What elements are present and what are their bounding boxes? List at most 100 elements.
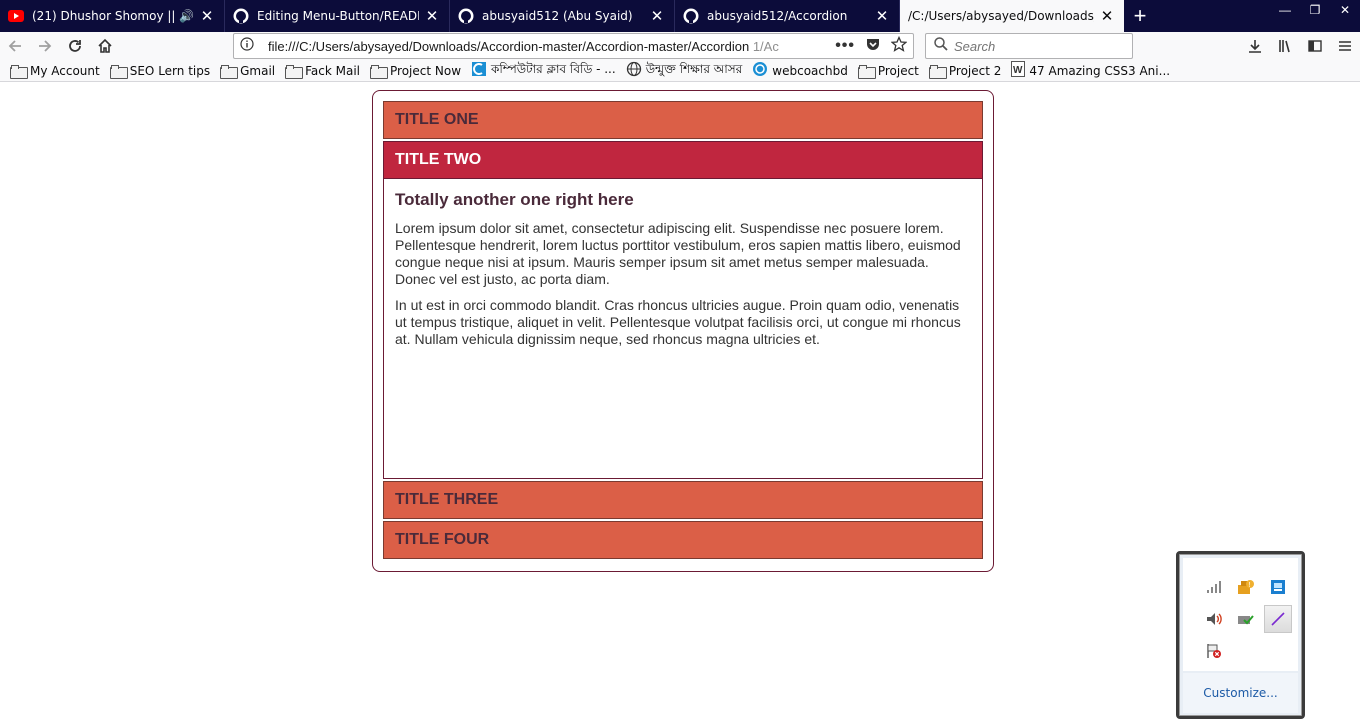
pocket-icon[interactable]	[865, 36, 881, 57]
search-input[interactable]	[954, 38, 1124, 54]
tab-youtube[interactable]: (21) Dhushor Shomoy || Arto 🔊 ✕	[0, 0, 225, 32]
network-signal-icon[interactable]	[1200, 573, 1228, 601]
volume-icon[interactable]	[1200, 605, 1228, 633]
minimize-icon[interactable]: —	[1270, 0, 1300, 20]
customize-link[interactable]: Customize...	[1183, 673, 1298, 713]
folder-icon	[10, 64, 28, 79]
update-alert-icon[interactable]: !	[1232, 573, 1260, 601]
bookmark-fack-mail[interactable]: Fack Mail	[285, 63, 361, 79]
bookmark-label: Project Now	[390, 63, 462, 78]
action-center-flag-icon[interactable]	[1200, 637, 1228, 665]
bookmark-computer-club[interactable]: কম্পিউটার ক্লাব বিডি - ...	[471, 61, 616, 81]
navigation-bar: file:///C:/Users/abysayed/Downloads/Acco…	[0, 32, 1360, 60]
tab-strip: (21) Dhushor Shomoy || Arto 🔊 ✕ Editing …	[0, 0, 1360, 32]
url-overflow: 1/Ac	[749, 38, 779, 54]
search-icon	[934, 36, 948, 56]
system-tray-overflow: ! Customize...	[1176, 551, 1305, 719]
library-icon[interactable]	[1270, 32, 1300, 60]
bookmark-webcoachbd[interactable]: webcoachbd	[752, 61, 848, 80]
tab-github-accordion[interactable]: abusyaid512/Accordion ✕	[675, 0, 900, 32]
bookmark-label: Fack Mail	[305, 63, 361, 78]
tab-title: abusyaid512 (Abu Syaid)	[482, 9, 633, 23]
bookmark-star-icon[interactable]	[890, 35, 908, 57]
bookmark-label: উন্মুক্ত শিক্ষার আসর	[645, 61, 743, 76]
url-value: file:///C:/Users/abysayed/Downloads/Acco…	[268, 38, 750, 54]
bookmarks-toolbar: My Account SEO Lern tips Gmail Fack Mail…	[0, 60, 1360, 82]
search-bar[interactable]	[925, 33, 1133, 59]
forward-button[interactable]	[30, 32, 60, 60]
panel-heading: Totally another one right here	[395, 190, 634, 209]
bookmark-label: webcoachbd	[772, 63, 848, 78]
tab-github-readme[interactable]: Editing Menu-Button/README ✕	[225, 0, 450, 32]
bookmark-my-account[interactable]: My Account	[10, 63, 100, 79]
speaker-icon[interactable]: 🔊	[179, 9, 194, 23]
tray-icons-area: !	[1183, 558, 1298, 671]
folder-icon	[285, 64, 304, 79]
bookmark-seo-lern-tips[interactable]: SEO Lern tips	[109, 63, 211, 79]
tab-title: abusyaid512/Accordion	[707, 9, 848, 23]
youtube-icon	[8, 8, 24, 24]
close-icon[interactable]: ✕	[875, 7, 889, 25]
word-icon: W	[1011, 61, 1026, 80]
bookmark-label: Project 2	[948, 63, 1002, 78]
bookmark-unmukto[interactable]: উন্মুক্ত শিক্ষার আসর	[626, 61, 743, 81]
tab-github-profile[interactable]: abusyaid512 (Abu Syaid) ✕	[450, 0, 675, 32]
accordion-header-four[interactable]: TITLE FOUR	[383, 521, 983, 559]
panel-paragraph: Lorem ipsum dolor sit amet, consectetur …	[395, 220, 961, 287]
accordion-header-one[interactable]: TITLE ONE	[383, 101, 983, 139]
home-button[interactable]	[90, 32, 120, 60]
close-icon[interactable]: ✕	[650, 7, 664, 25]
bookmark-label: কম্পিউটার ক্লাব বিডি - ...	[491, 61, 616, 76]
restore-icon[interactable]: ❐	[1300, 0, 1330, 20]
tab-title: /C:/Users/abysayed/Downloads/Ac	[908, 9, 1094, 23]
pen-icon[interactable]	[1264, 605, 1292, 633]
accordion-panel-two: Totally another one right here Lorem ips…	[383, 179, 983, 479]
bookmark-label: 47 Amazing CSS3 Ani...	[1029, 63, 1171, 78]
site-icon	[471, 61, 487, 80]
close-window-icon[interactable]: ✕	[1330, 0, 1360, 20]
github-icon	[458, 8, 474, 24]
url-text[interactable]: file:///C:/Users/abysayed/Downloads/Acco…	[268, 39, 835, 54]
svg-text:!: !	[1249, 582, 1251, 589]
site-icon	[752, 61, 768, 80]
sidebar-icon[interactable]	[1300, 32, 1330, 60]
close-icon[interactable]: ✕	[1100, 7, 1114, 25]
downloads-icon[interactable]	[1240, 32, 1270, 60]
url-actions: •••	[835, 35, 913, 57]
panel-paragraph: In ut est in orci commodo blandit. Cras …	[395, 297, 961, 347]
bookmark-project[interactable]: Project	[857, 63, 919, 79]
tab-local-file[interactable]: /C:/Users/abysayed/Downloads/Ac ✕	[900, 0, 1124, 32]
accordion-header-two[interactable]: TITLE TWO	[383, 141, 983, 179]
folder-icon	[109, 64, 128, 79]
reload-button[interactable]	[60, 32, 90, 60]
folder-icon	[928, 64, 947, 79]
bookmark-css3-animations[interactable]: W 47 Amazing CSS3 Ani...	[1011, 61, 1170, 80]
close-icon[interactable]: ✕	[200, 7, 214, 25]
github-icon	[683, 8, 699, 24]
info-icon[interactable]	[240, 36, 254, 56]
close-icon[interactable]: ✕	[425, 7, 439, 25]
app-icon[interactable]	[1264, 573, 1292, 601]
accordion: TITLE ONE TITLE TWO Totally another one …	[372, 90, 994, 572]
folder-icon	[857, 64, 876, 79]
bookmark-label: SEO Lern tips	[129, 63, 211, 78]
security-check-icon[interactable]	[1232, 605, 1260, 633]
tab-title: (21) Dhushor Shomoy || Arto	[32, 9, 177, 23]
address-bar[interactable]: file:///C:/Users/abysayed/Downloads/Acco…	[233, 33, 914, 59]
globe-icon	[626, 61, 642, 80]
svg-text:W: W	[1013, 65, 1023, 76]
bookmark-label: My Account	[30, 63, 100, 78]
back-button[interactable]	[0, 32, 30, 60]
bookmark-project-2[interactable]: Project 2	[928, 63, 1002, 79]
bookmark-project-now[interactable]: Project Now	[370, 63, 462, 79]
page-actions-icon[interactable]: •••	[835, 37, 855, 55]
bookmark-label: Gmail	[240, 63, 276, 78]
new-tab-button[interactable]: +	[1124, 0, 1156, 32]
menu-icon[interactable]	[1330, 32, 1360, 60]
folder-icon	[370, 64, 389, 79]
bookmark-label: Project	[877, 63, 919, 78]
window-controls: — ❐ ✕	[1270, 0, 1360, 20]
accordion-header-three[interactable]: TITLE THREE	[383, 481, 983, 519]
bookmark-gmail[interactable]: Gmail	[220, 63, 276, 79]
tab-title: Editing Menu-Button/README	[257, 9, 419, 23]
